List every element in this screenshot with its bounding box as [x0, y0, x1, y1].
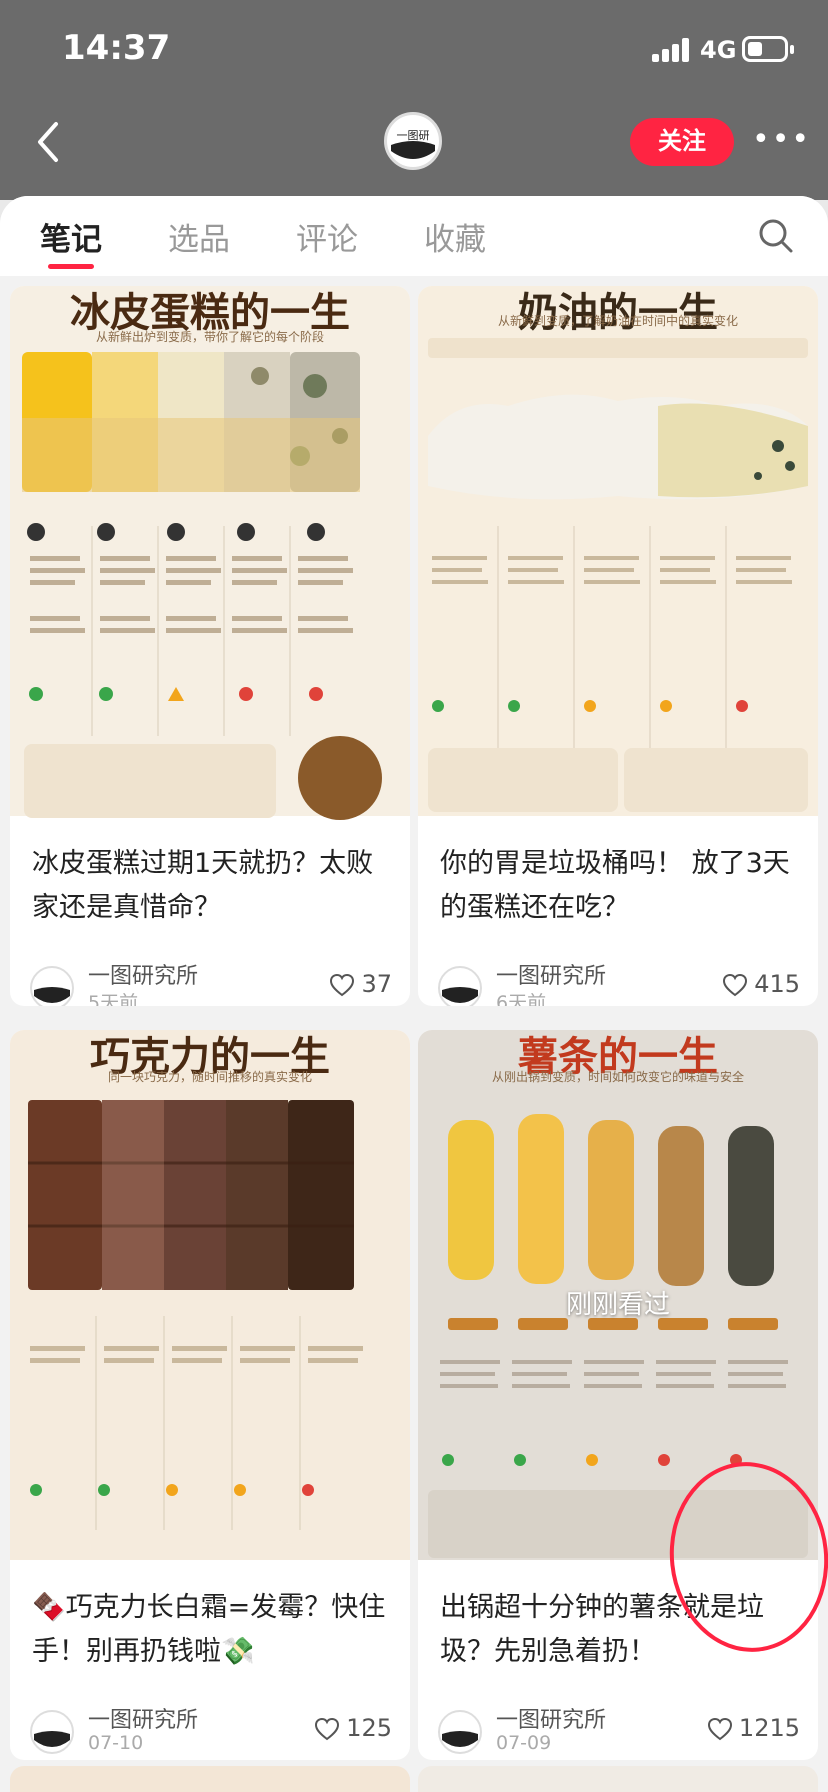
brand-logo-icon [442, 987, 478, 1003]
like-count: 1215 [738, 1714, 800, 1742]
cover-subtitle: 从新鲜到变质，了解奶油在时间中的真实变化 [497, 314, 738, 328]
note-card[interactable]: 冰皮蛋糕的一生 从新鲜出炉到变质，带你了解它的每个阶段 冰皮蛋糕过期1天就扔？太… [10, 286, 410, 1006]
brand-logo-icon [442, 1731, 478, 1747]
more-dots-icon: ••• [752, 122, 812, 157]
note-cover-image[interactable]: 巧克力的一生 同一块巧克力，随时间推移的真实变化 [10, 1030, 410, 1560]
like-button[interactable]: 125 [314, 1714, 392, 1742]
svg-text:一图研: 一图研 [397, 129, 430, 142]
tab-bar: 笔记 选品 评论 收藏 [0, 196, 828, 276]
author-name[interactable]: 一图研究所 [496, 958, 606, 990]
note-cover-image[interactable]: 奶油的一生 从新鲜到变质，了解奶油在时间中的真实变化 [418, 286, 818, 816]
note-title[interactable]: 🍫巧克力长白霜=发霉？快住手！别再扔钱啦💸 [32, 1586, 392, 1674]
note-title[interactable]: 你的胃是垃圾桶吗！ 放了3天的蛋糕还在吃？ [440, 842, 800, 930]
note-title[interactable]: 冰皮蛋糕过期1天就扔？太败家还是真惜命？ [32, 842, 392, 930]
note-card[interactable]: 巧克力的一生 同一块巧克力，随时间推移的真实变化 🍫巧克力长白霜=发霉？快住手！… [10, 1030, 410, 1760]
like-count: 415 [754, 970, 800, 998]
more-options-button[interactable]: ••• [752, 120, 809, 160]
heart-icon [707, 1717, 732, 1741]
brand-logo-icon [34, 1731, 70, 1747]
note-card[interactable]: 奶油的一生 从新鲜到变质，了解奶油在时间中的真实变化 你的胃是垃圾桶吗！ 放了3… [418, 286, 818, 1006]
cover-subtitle: 同一块巧克力，随时间推移的真实变化 [107, 1070, 312, 1084]
tab-products[interactable]: 选品 [168, 214, 230, 259]
heart-icon [330, 973, 355, 997]
chevron-left-icon [38, 122, 58, 162]
tab-comments[interactable]: 评论 [296, 214, 358, 259]
author-avatar[interactable] [438, 966, 482, 1006]
author-avatar[interactable] [30, 1710, 74, 1754]
next-note-card-partial[interactable] [418, 1766, 818, 1792]
network-type: 4G [700, 36, 737, 64]
note-cover-image[interactable]: 冰皮蛋糕的一生 从新鲜出炉到变质，带你了解它的每个阶段 [10, 286, 410, 820]
top-bar: 14:37 4G 一图研 关注 ••• [0, 0, 828, 200]
post-date: 6天前 [496, 992, 547, 1006]
post-date: 5天前 [88, 992, 139, 1006]
brand-logo-icon: 一图研 [389, 117, 437, 165]
post-date: 07-09 [496, 1732, 552, 1754]
follow-button[interactable]: 关注 [630, 118, 734, 166]
post-date: 07-10 [88, 1732, 144, 1754]
battery-icon [742, 36, 794, 62]
like-button[interactable]: 1215 [707, 1714, 800, 1742]
like-button[interactable]: 37 [329, 970, 392, 998]
tab-notes[interactable]: 笔记 [40, 214, 102, 259]
like-button[interactable]: 415 [722, 970, 800, 998]
search-icon [759, 219, 793, 253]
author-name[interactable]: 一图研究所 [496, 1702, 606, 1734]
author-avatar[interactable] [438, 1710, 482, 1754]
recently-viewed-label: 刚刚看过 [565, 1290, 670, 1320]
author-avatar[interactable] [30, 966, 74, 1006]
author-name[interactable]: 一图研究所 [88, 1702, 198, 1734]
status-time: 14:37 [62, 28, 171, 68]
search-button[interactable] [756, 216, 796, 256]
cover-subtitle: 从新鲜出炉到变质，带你了解它的每个阶段 [95, 330, 324, 344]
heart-icon [723, 973, 748, 997]
chocolate-stages-illustration [28, 1100, 363, 1530]
profile-avatar[interactable]: 一图研 [384, 112, 442, 170]
cream-stages-illustration [428, 338, 808, 812]
next-note-card-partial[interactable] [10, 1766, 410, 1792]
signal-icon [652, 38, 692, 62]
active-tab-indicator [48, 264, 94, 269]
back-button[interactable] [30, 118, 66, 166]
cover-subtitle: 从刚出锅到变质，时间如何改变它的味道与安全 [491, 1070, 744, 1084]
cake-stages-illustration [22, 352, 382, 820]
heart-icon [315, 1717, 340, 1741]
brand-logo-icon [34, 987, 70, 1003]
author-name[interactable]: 一图研究所 [88, 958, 198, 990]
status-bar: 14:37 4G [0, 0, 828, 100]
tab-favorites[interactable]: 收藏 [424, 214, 486, 259]
like-count: 125 [346, 1714, 392, 1742]
like-count: 37 [361, 970, 392, 998]
